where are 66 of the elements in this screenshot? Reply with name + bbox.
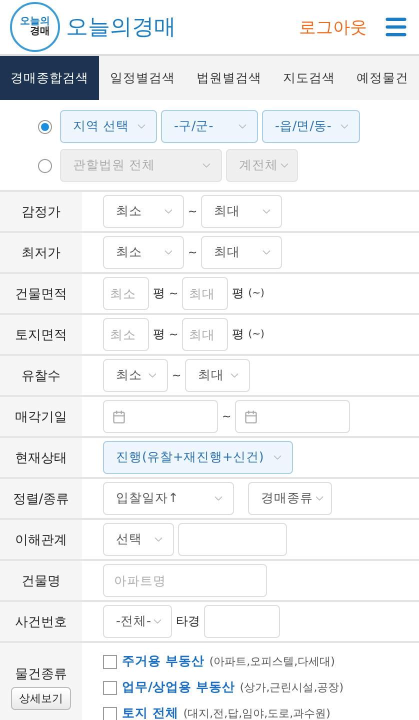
max-area-field[interactable]: 최대 — [182, 318, 228, 351]
field-label: 유찰수 — [22, 368, 60, 384]
min-area-field[interactable]: 최소 — [103, 277, 149, 310]
case-number-field[interactable] — [204, 605, 280, 638]
dropdown[interactable]: -읍/면/동- — [262, 110, 360, 143]
brand-name[interactable]: 오늘의경매 — [66, 12, 176, 42]
field-label: 건물면적 — [15, 286, 67, 302]
dropdown[interactable]: 입찰일자↑ — [103, 482, 234, 515]
category-detail: (아파트,오피스텔,다세대) — [209, 654, 335, 669]
tab[interactable]: 경매종합검색 — [0, 56, 100, 100]
dropdown[interactable]: 최대 — [201, 195, 282, 228]
dropdown[interactable]: 선택 — [103, 523, 174, 556]
range-separator: ~ — [172, 369, 182, 382]
logo[interactable]: 오늘의 경매 — [10, 2, 60, 52]
dropdown[interactable]: 진행(유찰+재진행+신건) — [103, 441, 293, 474]
dropdown[interactable]: 최소 — [103, 195, 184, 228]
category-name[interactable]: 주거용 부동산 — [122, 653, 204, 670]
category-name[interactable]: 토지 전체 — [122, 705, 178, 720]
range-separator: ~ — [188, 205, 198, 218]
radio-button[interactable] — [38, 120, 52, 134]
logo-text: 경매 — [30, 27, 50, 37]
field-label: 건물명 — [22, 572, 60, 590]
checkbox[interactable] — [103, 654, 117, 668]
field-label: 최저가 — [22, 244, 60, 262]
field-label: 현재상태 — [15, 450, 67, 466]
dropdown[interactable]: 경매종류 — [248, 482, 332, 515]
date-field[interactable] — [103, 400, 218, 433]
dropdown[interactable]: -구/군- — [161, 110, 258, 143]
dropdown[interactable]: -전체- — [103, 605, 172, 638]
field-label: 토지면적 — [15, 326, 67, 344]
range-separator: ~ — [222, 410, 232, 423]
field-label: 정렬/종류 — [12, 490, 70, 508]
field-label: 물건종류 — [15, 666, 67, 682]
range-separator: ~ — [188, 246, 198, 259]
field-label: 감정가 — [22, 204, 60, 220]
unit-label: 평 — [232, 326, 244, 343]
field-label: 사건번호 — [15, 614, 67, 630]
checkbox[interactable] — [103, 706, 117, 720]
range-note: (~) — [248, 288, 264, 299]
dropdown[interactable]: 최대 — [185, 359, 250, 392]
unit-label: 평 — [232, 285, 244, 302]
case-type-label: 타경 — [176, 613, 200, 630]
details-button[interactable]: 상세보기 — [11, 686, 71, 710]
date-field[interactable] — [235, 400, 350, 433]
dropdown[interactable]: 최대 — [201, 236, 282, 269]
dropdown[interactable]: 최소 — [103, 236, 184, 269]
dropdown[interactable]: 지역 선택 — [60, 110, 157, 143]
checkbox[interactable] — [103, 680, 117, 694]
max-area-field[interactable]: 최대 — [182, 277, 228, 310]
unit-label: 평 — [153, 326, 165, 343]
field-label: 이해관계 — [15, 532, 67, 548]
unit-label: 평 — [153, 285, 165, 302]
range-separator: ~ — [169, 328, 178, 341]
range-note: (~) — [248, 329, 264, 340]
building-name-field[interactable]: 아파트명 — [103, 564, 267, 597]
range-separator: ~ — [169, 287, 178, 300]
text-field[interactable] — [178, 523, 287, 556]
calendar-icon — [244, 410, 258, 424]
category-name[interactable]: 업무/상업용 부동산 — [122, 679, 235, 696]
min-area-field[interactable]: 최소 — [103, 318, 149, 351]
category-detail: (상가,근린시설,공장) — [240, 680, 344, 695]
dropdown[interactable]: 최소 — [103, 359, 168, 392]
category-detail: (대지,전,답,임야,도로,과수원) — [183, 706, 330, 720]
calendar-icon — [112, 410, 126, 424]
field-label: 매각기일 — [15, 408, 67, 426]
logo-text: 오늘의 — [20, 17, 50, 27]
